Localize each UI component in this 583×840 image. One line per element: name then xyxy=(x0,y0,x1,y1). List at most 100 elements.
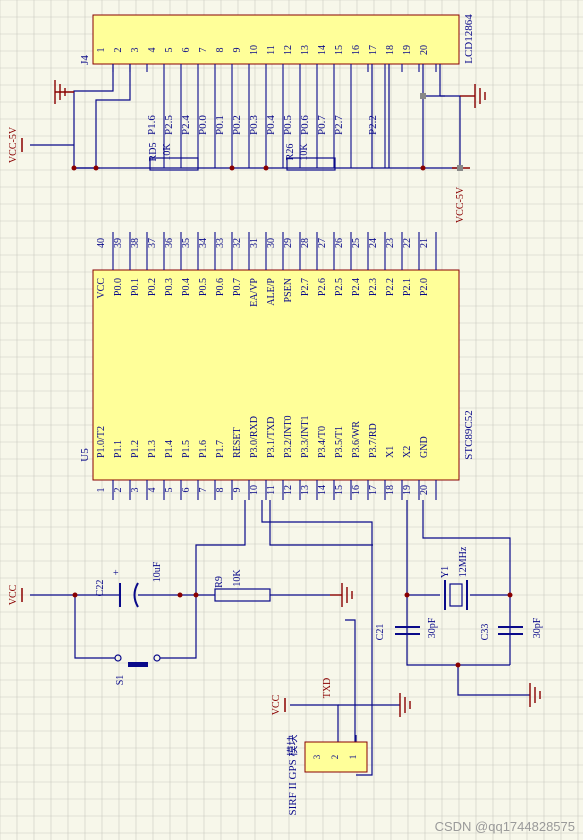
mcu-top-pin-name: P0.4 xyxy=(181,278,192,296)
lcd-ground-right xyxy=(460,84,486,108)
mcu-top-pin-number: 28 xyxy=(300,238,311,248)
mcu-bottom-pin-number: 10 xyxy=(249,485,260,495)
lcd-pin-label: P0.3 xyxy=(248,115,260,135)
mcu-bottom-pin-name: GND xyxy=(419,436,430,458)
lcd-pin-number: 20 xyxy=(419,45,430,55)
mcu-top-pin-number: 21 xyxy=(419,238,430,248)
mcu-top-pin-number: 24 xyxy=(368,238,379,248)
mcu-top-pins: 40 39 38 37 36 35 34 33 32 31 30 29 28 27 26 25 24 23 22 21… xyxy=(96,232,437,307)
mcu-bottom-pin-name: P3.6/WR xyxy=(351,421,362,458)
mcu-bottom-pin-number: 13 xyxy=(300,485,311,495)
mcu-bottom-pin-name: P1.0/T2 xyxy=(96,426,107,458)
mcu-name: STC89C52 xyxy=(463,410,475,460)
watermark: CSDN @qq1744828575 xyxy=(434,819,575,834)
c33-value: 30pF xyxy=(532,617,543,638)
lcd-pin-label: P0.0 xyxy=(197,115,209,135)
gps-pin-2: 2 xyxy=(330,755,340,760)
lcd-pin-number: 13 xyxy=(300,45,311,55)
lcd-pin-number: 15 xyxy=(334,45,345,55)
y1-value: 12MHz xyxy=(458,546,469,577)
gps-vcc-label: VCC xyxy=(271,694,282,715)
lcd-vcc-source: VCC-5V xyxy=(8,126,23,163)
mcu-bottom-pin-name: P3.4/T0 xyxy=(317,426,328,458)
rd5-ref: RD5 xyxy=(148,143,159,162)
lcd-pin-label: P2.2 xyxy=(367,115,379,135)
resistor-r26: R26 10K xyxy=(285,143,336,171)
crystal-ground xyxy=(529,683,541,707)
c22-value: 10uF xyxy=(152,561,163,582)
lcd-ground-left xyxy=(54,80,74,104)
mcu-top-pin-name: P0.7 xyxy=(232,278,243,296)
mcu-top-pin-number: 36 xyxy=(164,238,175,248)
mcu-top-pin-number: 35 xyxy=(181,238,192,248)
lcd-pin-number: 3 xyxy=(130,48,141,53)
mcu-bottom-pin-number: 16 xyxy=(351,485,362,495)
mcu-top-pin-number: 34 xyxy=(198,238,209,248)
c21-value: 30pF xyxy=(427,617,438,638)
mcu-top-pin-number: 31 xyxy=(249,238,260,248)
mcu-bottom-pin-name: P1.7 xyxy=(215,440,226,458)
gps-vcc: VCC xyxy=(271,694,286,715)
lcd-pin-number: 6 xyxy=(181,48,192,53)
mcu-bottom-pin-number: 2 xyxy=(113,488,124,493)
mcu-top-pin-number: 37 xyxy=(147,238,158,248)
mcu-top-pin-number: 30 xyxy=(266,238,277,248)
mcu-top-pin-name: P2.7 xyxy=(300,278,311,296)
lcd-vcc-label-right: VCC-5V xyxy=(455,186,466,223)
lcd-pin-number: 5 xyxy=(164,48,175,53)
mcu-chip: STC89C52 U5 40 39 38 37 36 35 34 33 32 31 30 29 28 27… xyxy=(79,232,475,500)
mcu-top-pin-number: 22 xyxy=(402,238,413,248)
lcd-vcc-right: VCC-5V xyxy=(452,167,470,223)
mcu-top-pin-number: 39 xyxy=(113,238,124,248)
mcu-top-pin-name: EA/VP xyxy=(249,278,260,307)
mcu-bottom-pin-number: 12 xyxy=(283,485,294,495)
lcd-pin-number: 9 xyxy=(232,48,243,53)
gps-module-name: SIRF II GPS 模块 xyxy=(286,735,299,816)
lcd-wiring xyxy=(30,64,461,170)
mcu-top-pin-name: P0.3 xyxy=(164,278,175,296)
gps-module: 3 2 1 SIRF II GPS 模块 xyxy=(286,735,368,816)
lcd-pin-label: P0.2 xyxy=(231,115,243,135)
mcu-top-pin-number: 29 xyxy=(283,238,294,248)
lcd-pin-label: P0.5 xyxy=(282,115,294,135)
lcd-pin-number: 4 xyxy=(147,48,158,53)
r26-ref: R26 xyxy=(285,144,296,161)
mcu-bottom-pin-name: P1.3 xyxy=(147,440,158,458)
lcd-pin-label: P0.1 xyxy=(214,115,226,135)
mcu-bottom-pin-number: 9 xyxy=(232,488,243,493)
lcd-pin-number: 16 xyxy=(351,45,362,55)
mcu-bottom-pin-name: P1.6 xyxy=(198,440,209,458)
mcu-bottom-pin-name: P1.5 xyxy=(181,440,192,458)
mcu-top-pin-number: 38 xyxy=(130,238,141,248)
mcu-ref: U5 xyxy=(79,448,91,462)
mcu-bottom-pin-name: RESET xyxy=(232,427,243,458)
mcu-top-pin-number: 40 xyxy=(96,238,107,248)
resistor-r9: R9 10K xyxy=(214,569,271,602)
r26-value: 10K xyxy=(299,143,310,161)
lcd-pin-number: 11 xyxy=(266,45,277,55)
mcu-top-pin-name: P0.0 xyxy=(113,278,124,296)
mcu-bottom-pin-number: 4 xyxy=(147,488,158,493)
mcu-bottom-pin-name: P3.0/RXD xyxy=(249,416,260,458)
mcu-top-pin-name: P0.5 xyxy=(198,278,209,296)
schematic-canvas: LCD12864 J4 1 2 3 4 5 6 7 8 9 10 11 12 13 14 15 16 17 18 1… xyxy=(0,0,583,840)
lcd-pin-label: P0.6 xyxy=(299,115,311,135)
lcd-vcc-label: VCC-5V xyxy=(8,126,19,163)
gps-pin-1: 1 xyxy=(348,755,358,760)
lcd-pin-number: 14 xyxy=(317,45,328,55)
reset-vcc-label: VCC xyxy=(8,584,19,605)
mcu-bottom-pin-number: 1 xyxy=(96,488,107,493)
mcu-bottom-pin-number: 19 xyxy=(402,485,413,495)
mcu-top-pin-name: ALE/P xyxy=(266,278,277,306)
mcu-bottom-pin-number: 15 xyxy=(334,485,345,495)
lcd-name: LCD12864 xyxy=(463,14,475,64)
mcu-top-pin-name: P2.2 xyxy=(385,278,396,296)
mcu-top-pin-name: P0.1 xyxy=(130,278,141,296)
lcd-pin-number: 1 xyxy=(96,48,107,53)
rd5-value: 10K xyxy=(162,143,173,161)
c21-ref: C21 xyxy=(375,624,386,641)
mcu-top-pin-number: 26 xyxy=(334,238,345,248)
mcu-top-pin-name: VCC xyxy=(96,278,107,299)
lcd-pin-number: 2 xyxy=(113,48,124,53)
mcu-bottom-pin-number: 6 xyxy=(181,488,192,493)
